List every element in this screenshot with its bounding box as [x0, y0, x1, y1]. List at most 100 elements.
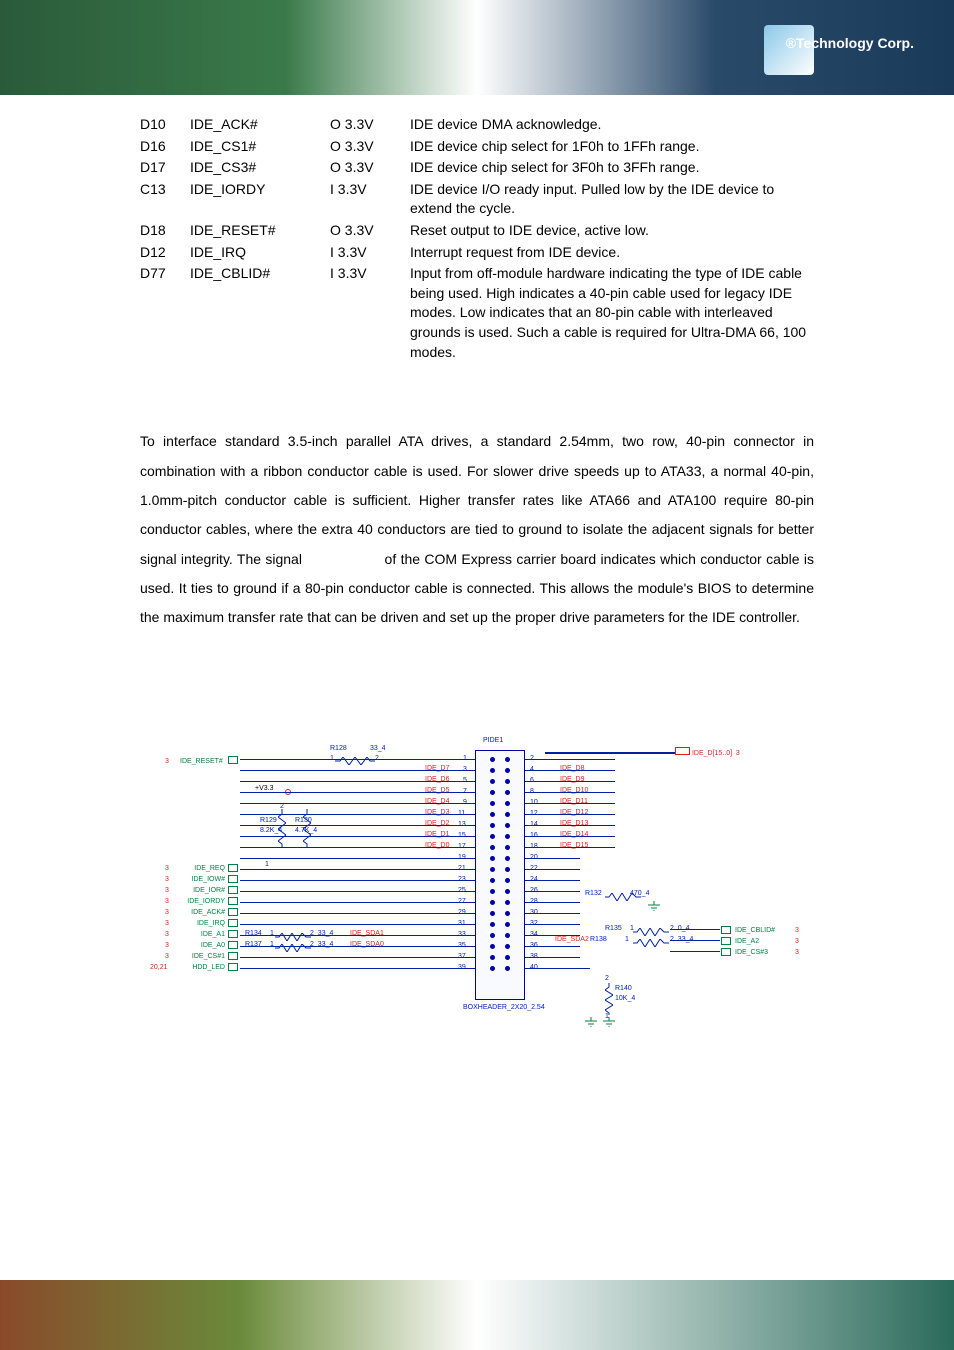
pin-hole	[490, 856, 495, 861]
resistor-icon	[633, 928, 669, 936]
pin-hole	[505, 757, 510, 762]
port-icon	[721, 926, 731, 934]
port-label: IDE_RESET#	[180, 758, 223, 765]
schematic-diagram: PIDE1 1 3 5 7 9 11 13 15 17 19 21 23 25 …	[165, 745, 825, 1035]
pin-hole	[490, 779, 495, 784]
wire	[240, 891, 475, 892]
port-label: HDD_LED	[180, 964, 225, 971]
pin-hole	[490, 834, 495, 839]
wire	[525, 847, 615, 848]
bus-wire	[545, 752, 675, 754]
ground-icon	[585, 1017, 597, 1027]
connector-outline	[475, 750, 525, 1000]
wire	[240, 825, 475, 826]
wire	[525, 858, 580, 859]
io-cell: O 3.3V	[330, 221, 410, 241]
body-paragraph: To interface standard 3.5-inch parallel …	[140, 427, 814, 633]
port-icon	[721, 948, 731, 956]
pin-hole	[490, 845, 495, 850]
power-label: +V3.3	[255, 785, 274, 792]
connector-ref: PIDE1	[483, 737, 503, 744]
page-ref: 3	[165, 931, 169, 938]
port-icon	[228, 930, 238, 938]
resistor-val: 33_4	[370, 745, 386, 752]
pin-hole	[505, 889, 510, 894]
pin-hole	[490, 757, 495, 762]
pin-hole	[490, 955, 495, 960]
wire	[525, 946, 580, 947]
page-ref: 3	[165, 953, 169, 960]
pin-hole	[505, 900, 510, 905]
page-ref: 3	[795, 949, 799, 956]
pin-hole	[490, 801, 495, 806]
io-cell: I 3.3V	[330, 180, 410, 219]
signal-cell: IDE_IORDY	[190, 180, 330, 219]
wire	[240, 968, 475, 969]
signal-cell: IDE_CS3#	[190, 158, 330, 178]
table-row: D18 IDE_RESET# O 3.3V Reset output to ID…	[140, 221, 814, 241]
bus-label: IDE_D[15..0] 3	[675, 747, 740, 757]
desc-cell: IDE device I/O ready input. Pulled low b…	[410, 180, 814, 219]
page-ref: 20,21	[150, 964, 168, 971]
page-content: D10 IDE_ACK# O 3.3V IDE device DMA ackno…	[0, 115, 954, 633]
signal-table: D10 IDE_ACK# O 3.3V IDE device DMA ackno…	[140, 115, 814, 362]
wire	[240, 869, 475, 870]
wire	[240, 759, 475, 760]
page-ref: 3	[165, 942, 169, 949]
resistor-ref: R140	[615, 985, 632, 992]
page-ref: 3	[165, 920, 169, 927]
wire	[240, 913, 475, 914]
pin-hole	[505, 878, 510, 883]
port-label: IDE_CBLID#	[735, 927, 775, 934]
resistor-icon	[633, 939, 669, 947]
ground-icon	[648, 901, 660, 911]
wire	[525, 759, 615, 760]
page-ref: 3	[165, 758, 169, 765]
ground-icon	[603, 1017, 615, 1027]
wire	[525, 781, 615, 782]
pin-hole	[505, 856, 510, 861]
port-icon	[228, 897, 238, 905]
table-row: D17 IDE_CS3# O 3.3V IDE device chip sele…	[140, 158, 814, 178]
wire	[525, 891, 580, 892]
desc-cell: IDE device chip select for 1F0h to 1FFh …	[410, 137, 814, 157]
resistor-ref: R138	[590, 936, 607, 943]
pin-hole	[490, 790, 495, 795]
wire	[240, 957, 475, 958]
wire	[525, 825, 615, 826]
pin-hole	[490, 867, 495, 872]
table-row: D16 IDE_CS1# O 3.3V IDE device chip sele…	[140, 137, 814, 157]
pin-hole	[490, 889, 495, 894]
wire	[525, 880, 580, 881]
wire	[670, 940, 720, 941]
pin-hole	[505, 812, 510, 817]
port-icon	[228, 908, 238, 916]
resistor-pin: 2	[605, 975, 609, 982]
wire	[240, 781, 475, 782]
port-label: IDE_IOW#	[180, 876, 225, 883]
resistor-ref: R132	[585, 890, 602, 897]
wire	[525, 792, 615, 793]
resistor-pin: 1	[265, 861, 269, 868]
wire	[525, 957, 580, 958]
pin-hole	[505, 966, 510, 971]
pin-hole	[490, 966, 495, 971]
desc-cell: Reset output to IDE device, active low.	[410, 221, 814, 241]
port-icon	[228, 952, 238, 960]
io-cell: O 3.3V	[330, 137, 410, 157]
pin-cell: D16	[140, 137, 190, 157]
pin-hole	[505, 823, 510, 828]
signal-cell: IDE_ACK#	[190, 115, 330, 135]
table-row: D10 IDE_ACK# O 3.3V IDE device DMA ackno…	[140, 115, 814, 135]
pin-cell: D10	[140, 115, 190, 135]
net-label: IDE_SDA2	[555, 936, 589, 943]
io-cell: I 3.3V	[330, 264, 410, 362]
pin-hole	[505, 779, 510, 784]
port-label: IDE_A1	[180, 931, 225, 938]
resistor-ref: R129	[260, 817, 277, 824]
wire	[240, 770, 475, 771]
header-banner: ®Technology Corp.	[0, 0, 954, 95]
io-cell: I 3.3V	[330, 243, 410, 263]
table-row: D12 IDE_IRQ I 3.3V Interrupt request fro…	[140, 243, 814, 263]
port-icon	[228, 886, 238, 894]
